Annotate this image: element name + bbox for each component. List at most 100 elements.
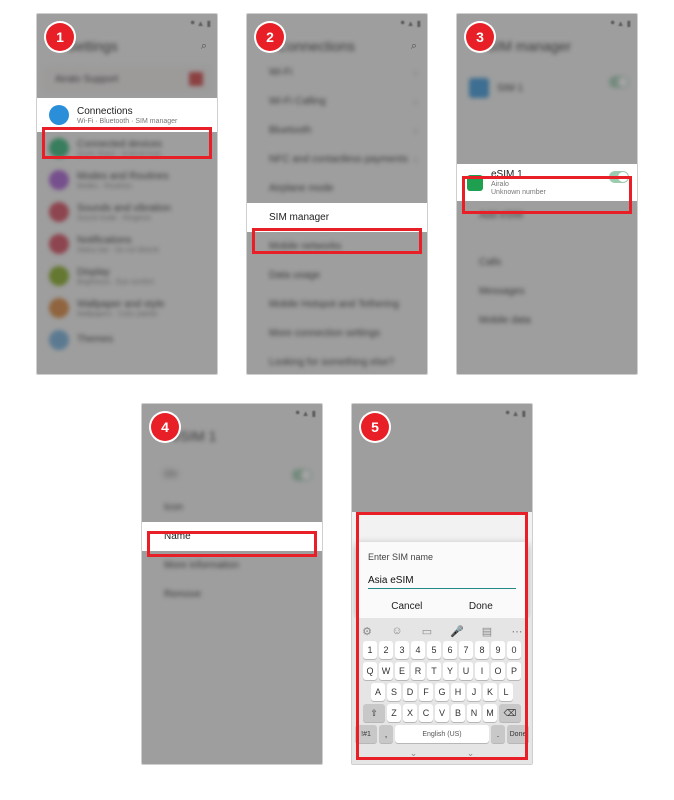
connections-icon	[49, 105, 69, 125]
sim1-label: SIM 1	[497, 83, 601, 94]
key-1[interactable]: 1	[363, 641, 377, 659]
phone-screen-rename-dialog: ⏺▲▮ Enter SIM name Asia eSIM Cancel Done…	[352, 404, 532, 764]
row-icon[interactable]: Icon	[142, 493, 322, 522]
conn-item-blur[interactable]: Looking for something else?	[247, 348, 427, 374]
key-0[interactable]: 0	[507, 641, 521, 659]
connections-sub: Wi-Fi · Bluetooth · SIM manager	[77, 118, 209, 125]
cancel-button[interactable]: Cancel	[391, 601, 422, 612]
sim-row-blur[interactable]: Mobile data	[457, 306, 637, 335]
conn-item-blur[interactable]: Wi-Fi›	[247, 58, 427, 87]
kb-tool-gear-icon[interactable]: ⚙	[359, 625, 375, 638]
conn-item-blur[interactable]: More connection settings	[247, 319, 427, 348]
key-s[interactable]: S	[387, 683, 401, 701]
conn-item-blur[interactable]: Mobile Hotspot and Tethering	[247, 290, 427, 319]
dialog-label: Enter SIM name	[368, 552, 516, 562]
key-d[interactable]: D	[403, 683, 417, 701]
step-badge-2: 2	[256, 23, 284, 51]
key-o[interactable]: O	[491, 662, 505, 680]
key-3[interactable]: 3	[395, 641, 409, 659]
key-7[interactable]: 7	[459, 641, 473, 659]
period-key[interactable]: .	[491, 725, 505, 743]
settings-item-blur[interactable]: Sounds and vibrationSound mode · Rington…	[37, 196, 217, 228]
row-name[interactable]: Name	[142, 522, 322, 551]
key-i[interactable]: I	[475, 662, 489, 680]
esim-icon	[467, 175, 483, 191]
phone-screen-esim-detail: ⏺▲▮ eSIM 1 On Icon Name More information…	[142, 404, 322, 764]
settings-item-blur[interactable]: Connected devicesQuick Share · Android A…	[37, 132, 217, 164]
settings-item-blur[interactable]: NotificationsStatus bar · Do not disturb	[37, 228, 217, 260]
key-p[interactable]: P	[507, 662, 521, 680]
step-5-panel: 5 ⏺▲▮ Enter SIM name Asia eSIM Cancel Do…	[352, 404, 532, 764]
conn-item-blur[interactable]: Bluetooth›	[247, 116, 427, 145]
key-k[interactable]: K	[483, 683, 497, 701]
kb-tool-more-icon[interactable]: ⋯	[509, 625, 525, 638]
sim-row-blur[interactable]: Calls	[457, 248, 637, 277]
key-5[interactable]: 5	[427, 641, 441, 659]
key-y[interactable]: Y	[443, 662, 457, 680]
settings-item-sim-manager[interactable]: SIM manager	[247, 203, 427, 232]
sim-name-input[interactable]: Asia eSIM	[368, 573, 516, 589]
key-b[interactable]: B	[451, 704, 465, 722]
row-on[interactable]: On	[142, 460, 322, 489]
row-remove[interactable]: Remove	[142, 580, 322, 609]
row-more-info[interactable]: More information	[142, 551, 322, 580]
conn-item-blur[interactable]: Data usage	[247, 261, 427, 290]
key-t[interactable]: T	[427, 662, 441, 680]
key-4[interactable]: 4	[411, 641, 425, 659]
conn-item-blur[interactable]: Mobile networks	[247, 232, 427, 261]
done-button[interactable]: Done	[469, 601, 493, 612]
phone-screen-settings: ⏺▲▮ Settings⌕ Airalo Support Connections…	[37, 14, 217, 374]
sim-row-blur[interactable]: Add eSIM	[457, 201, 637, 230]
conn-item-blur[interactable]: NFC and contactless payments›	[247, 145, 427, 174]
key-9[interactable]: 9	[491, 641, 505, 659]
sim-row-blur[interactable]	[457, 230, 637, 248]
key-j[interactable]: J	[467, 683, 481, 701]
key-x[interactable]: X	[403, 704, 417, 722]
key-g[interactable]: G	[435, 683, 449, 701]
sim-row-blur[interactable]: Messages	[457, 277, 637, 306]
kb-tool-clipboard-icon[interactable]: ▤	[479, 625, 495, 638]
esim-sub1: Airalo	[491, 181, 601, 188]
comma-key[interactable]: ,	[379, 725, 393, 743]
key-v[interactable]: V	[435, 704, 449, 722]
settings-item-blur[interactable]: Wallpaper and styleWallpapers · Color pa…	[37, 292, 217, 324]
sim-item-esim1[interactable]: eSIM 1 Airalo Unknown number	[457, 164, 637, 201]
key-r[interactable]: R	[411, 662, 425, 680]
kb-tool-gif-icon[interactable]: ▭	[419, 625, 435, 638]
key-q[interactable]: Q	[363, 662, 377, 680]
shift-key[interactable]: ⇧	[363, 704, 385, 722]
soft-keyboard[interactable]: ⚙ ☺ ▭ 🎤 ▤ ⋯ 1234567890 QWERTYUIOP ASDFGH…	[352, 618, 532, 764]
key-c[interactable]: C	[419, 704, 433, 722]
key-l[interactable]: L	[499, 683, 513, 701]
settings-item-connections[interactable]: Connections Wi-Fi · Bluetooth · SIM mana…	[37, 98, 217, 132]
settings-item-blur[interactable]: DisplayBrightness · Eye comfort	[37, 260, 217, 292]
settings-item-blur[interactable]: Modes and RoutinesModes · Routines	[37, 164, 217, 196]
key-8[interactable]: 8	[475, 641, 489, 659]
page-title: eSIM 1	[172, 428, 312, 444]
key-2[interactable]: 2	[379, 641, 393, 659]
key-u[interactable]: U	[459, 662, 473, 680]
key-f[interactable]: F	[419, 683, 433, 701]
phone-screen-sim-manager: ⏺▲▮ SIM manager SIM 1 eSIM 1 Airalo Unkn…	[457, 14, 637, 374]
symbols-key[interactable]: !#1	[355, 725, 377, 743]
kb-tool-mic-icon[interactable]: 🎤	[449, 625, 465, 638]
key-m[interactable]: M	[483, 704, 497, 722]
conn-item-blur[interactable]: Airplane mode	[247, 174, 427, 203]
key-z[interactable]: Z	[387, 704, 401, 722]
key-e[interactable]: E	[395, 662, 409, 680]
key-h[interactable]: H	[451, 683, 465, 701]
key-a[interactable]: A	[371, 683, 385, 701]
key-w[interactable]: W	[379, 662, 393, 680]
key-6[interactable]: 6	[443, 641, 457, 659]
backspace-key[interactable]: ⌫	[499, 704, 521, 722]
kb-tool-emoji-icon[interactable]: ☺	[389, 625, 405, 638]
phone-screen-connections: ⏺▲▮ Connections⌕ Wi-Fi›Wi-Fi Calling›Blu…	[247, 14, 427, 374]
connections-title: Connections	[77, 106, 209, 117]
space-key[interactable]: English (US)	[395, 725, 489, 743]
key-n[interactable]: N	[467, 704, 481, 722]
step-1-panel: 1 ⏺▲▮ Settings⌕ Airalo Support Connectio…	[37, 14, 217, 374]
settings-item-blur[interactable]: Themes	[37, 324, 217, 356]
esim-toggle[interactable]	[609, 171, 629, 183]
conn-item-blur[interactable]: Wi-Fi Calling›	[247, 87, 427, 116]
keyboard-done-key[interactable]: Done	[507, 725, 529, 743]
